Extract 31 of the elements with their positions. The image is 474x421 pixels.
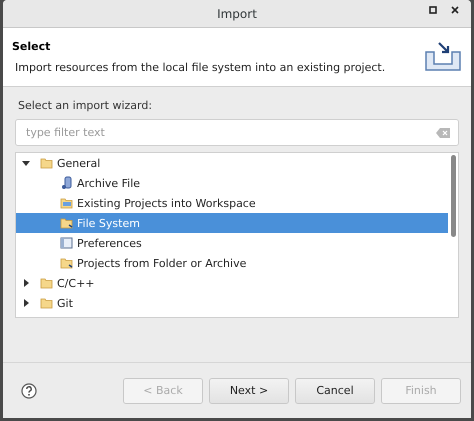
folder-icon [40, 277, 54, 289]
dialog-button[interactable]: Next > [209, 378, 289, 404]
filter-input[interactable]: type filter text [24, 125, 436, 140]
collapse-arrow-icon[interactable] [22, 279, 30, 287]
folder-icon [60, 197, 74, 209]
close-icon[interactable] [451, 6, 459, 14]
tree-item[interactable]: General [16, 153, 448, 173]
folder-icon [40, 297, 54, 309]
expand-arrow-icon[interactable] [22, 159, 30, 167]
maximize-icon[interactable] [429, 6, 437, 14]
tree-item[interactable]: Existing Projects into Workspace [16, 193, 448, 213]
tree-item[interactable]: Archive File [16, 173, 448, 193]
filter-field[interactable]: type filter text [15, 119, 459, 146]
page-title: Select [12, 40, 52, 53]
help-icon[interactable] [21, 382, 37, 398]
tree-item[interactable]: Git [16, 293, 448, 313]
tree-item[interactable]: Projects from Folder or Archive [16, 253, 448, 273]
folder-icon [60, 217, 74, 229]
tree-item[interactable]: C/C++ [16, 273, 448, 293]
window-title: Import [217, 6, 257, 20]
jar-icon [60, 176, 74, 190]
import-tray-icon [423, 40, 463, 74]
folder-icon [40, 157, 54, 169]
tree-item[interactable]: Preferences [16, 233, 448, 253]
scrollbar[interactable] [451, 155, 456, 237]
window-icon [60, 237, 74, 249]
dialog-button[interactable]: Cancel [295, 378, 375, 404]
page-description: Import resources from the local file system into an existing project. [14, 61, 386, 74]
folder-icon [60, 257, 74, 269]
collapse-arrow-icon[interactable] [22, 299, 30, 307]
wizard-label: Select an import wizard: [18, 99, 154, 112]
